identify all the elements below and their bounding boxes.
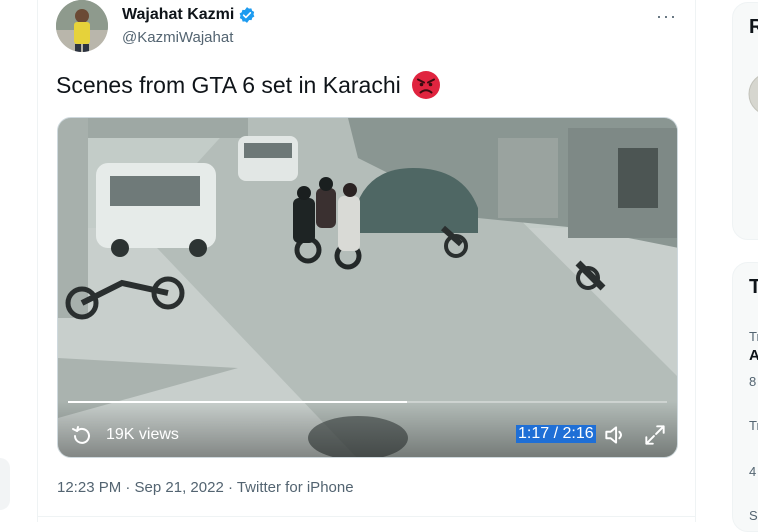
sidebar-trend-title-1[interactable]: A: [749, 347, 758, 364]
video-time: 1:17 / 2:16: [516, 425, 596, 443]
video-progress-fill: [68, 401, 408, 403]
sidebar-trend-label-3[interactable]: S: [749, 508, 758, 523]
views-icon: [72, 426, 90, 444]
divider: [37, 516, 696, 517]
author-handle[interactable]: @KazmiWajahat: [122, 29, 233, 46]
sidebar-avatar-icon[interactable]: [748, 72, 758, 116]
tweet-timestamp[interactable]: 12:23 PM · Sep 21, 2022 · Twitter for iP…: [57, 479, 354, 496]
sidebar-trend-label-1[interactable]: Tr: [749, 329, 758, 344]
avatar[interactable]: [56, 0, 108, 52]
video-views: 19K views: [106, 426, 179, 443]
sidebar-trend-count-1: 8: [749, 374, 757, 389]
author-name-text[interactable]: Wajahat Kazmi: [122, 6, 234, 24]
tweet-text: Scenes from GTA 6 set in Karachi 😡: [56, 70, 441, 100]
avatar-photo: [56, 0, 108, 52]
left-edge-strip: [0, 458, 10, 510]
author-name[interactable]: Wajahat Kazmi: [122, 6, 256, 24]
angry-face-icon: [411, 71, 440, 99]
more-options-icon[interactable]: ···: [656, 6, 677, 27]
volume-muted-icon[interactable]: [602, 422, 628, 448]
sidebar-trend-count-2: 4: [749, 464, 757, 479]
sidebar-trend-label-2[interactable]: Tr: [749, 418, 758, 433]
sidebar-heading-relevant: R: [749, 16, 758, 38]
video-progress-track[interactable]: [68, 401, 667, 403]
fullscreen-icon[interactable]: [642, 422, 668, 448]
video-player[interactable]: 19K views 1:17 / 2:16: [57, 117, 678, 458]
sidebar-heading-trends: T: [749, 276, 758, 298]
tweet-text-content: Scenes from GTA 6 set in Karachi: [56, 71, 401, 98]
verified-badge-icon: [239, 7, 255, 23]
sidebar-card-trends: [732, 262, 758, 532]
